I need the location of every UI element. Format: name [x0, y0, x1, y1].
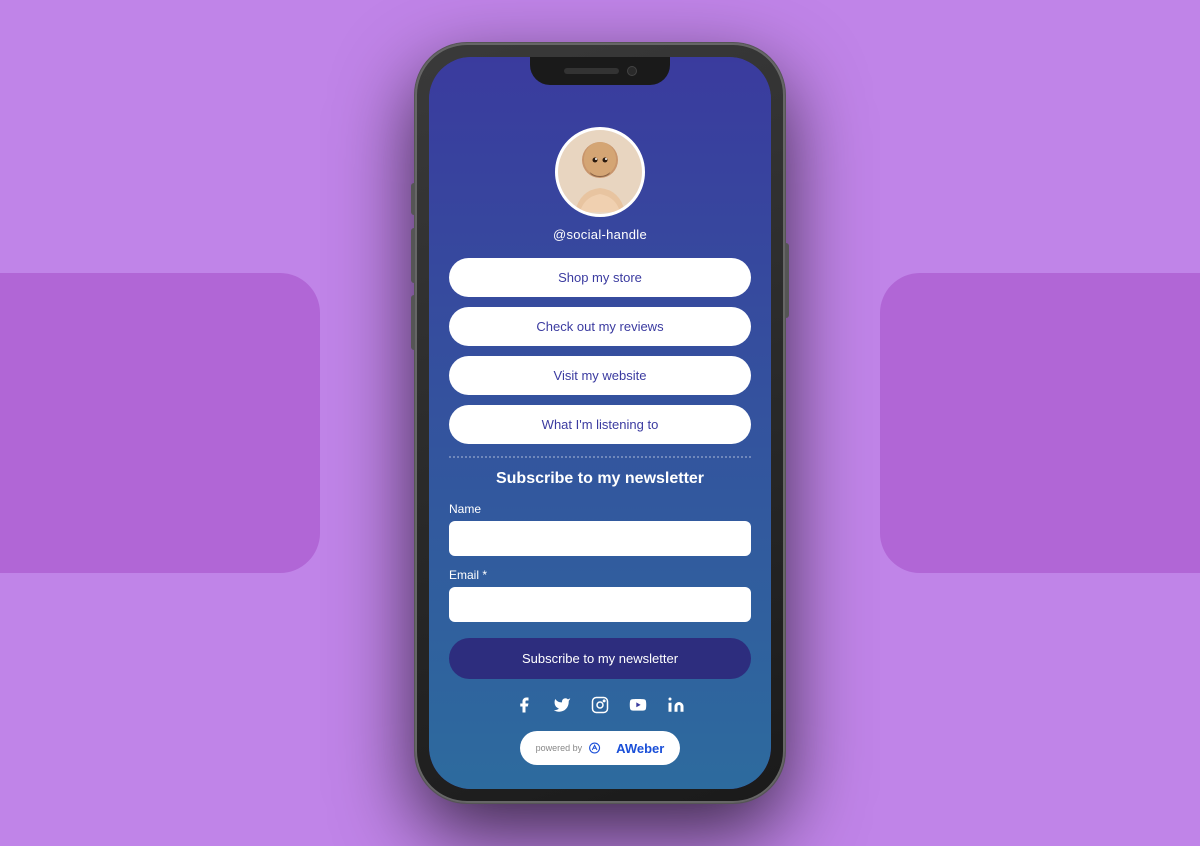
links-section: Shop my store Check out my reviews Visit… [429, 258, 771, 444]
camera [627, 66, 637, 76]
side-button-mute [411, 183, 415, 215]
profile-section: @social-handle [429, 107, 771, 258]
visit-website-button[interactable]: Visit my website [449, 356, 751, 395]
phone-frame: @social-handle Shop my store Check out m… [415, 43, 785, 803]
phone-notch [530, 57, 670, 85]
shop-store-button[interactable]: Shop my store [449, 258, 751, 297]
side-button-power [785, 243, 789, 318]
newsletter-section: Subscribe to my newsletter Name Email * … [429, 470, 771, 695]
social-icons-row [429, 695, 771, 715]
aweber-badge[interactable]: powered by AWeber [429, 731, 771, 765]
subscribe-button[interactable]: Subscribe to my newsletter [449, 638, 751, 679]
name-label: Name [449, 502, 751, 516]
aweber-brand-text: AWeber [616, 741, 664, 756]
facebook-icon[interactable] [514, 695, 534, 715]
instagram-icon[interactable] [590, 695, 610, 715]
section-divider [449, 456, 751, 458]
aweber-pill: powered by AWeber [520, 731, 681, 765]
bg-right-shape [880, 273, 1200, 573]
phone-screen: @social-handle Shop my store Check out m… [429, 57, 771, 789]
email-label: Email * [449, 568, 751, 582]
speaker [564, 68, 619, 74]
phone-inner: @social-handle Shop my store Check out m… [429, 57, 771, 789]
phone-container: @social-handle Shop my store Check out m… [415, 43, 785, 803]
side-button-vol-up [411, 228, 415, 283]
twitter-icon[interactable] [552, 695, 572, 715]
aweber-logo-icon [588, 737, 610, 759]
side-button-vol-down [411, 295, 415, 350]
bg-left-shape [0, 273, 320, 573]
avatar-image [560, 132, 640, 212]
listening-to-button[interactable]: What I'm listening to [449, 405, 751, 444]
email-input[interactable] [449, 587, 751, 622]
powered-by-text: powered by [536, 743, 583, 753]
name-input[interactable] [449, 521, 751, 556]
linkedin-icon[interactable] [666, 695, 686, 715]
avatar [555, 127, 645, 217]
check-reviews-button[interactable]: Check out my reviews [449, 307, 751, 346]
social-handle: @social-handle [553, 227, 647, 242]
newsletter-title: Subscribe to my newsletter [449, 470, 751, 488]
youtube-icon[interactable] [628, 695, 648, 715]
